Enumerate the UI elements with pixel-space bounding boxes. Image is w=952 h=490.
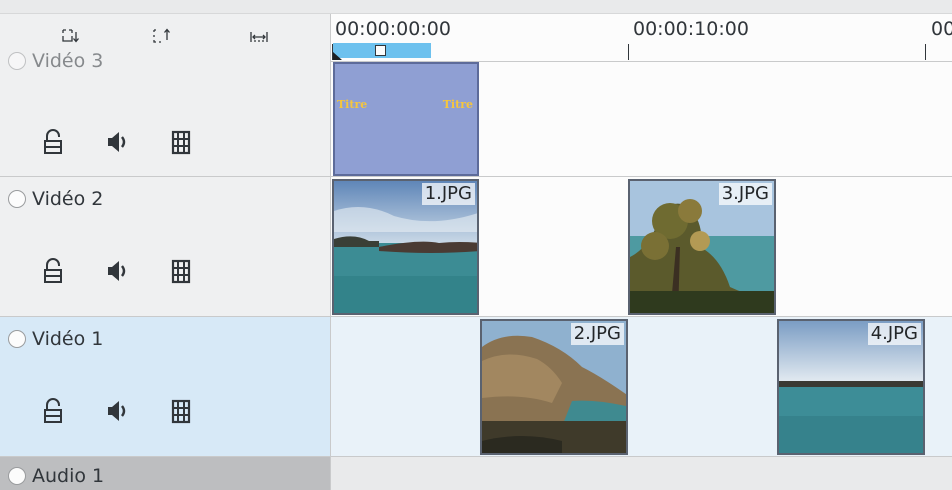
track-controls [36,393,198,429]
track-controls [36,253,198,289]
film-icon [171,130,191,155]
track-name-row: Vidéo 1 [8,326,103,352]
ruler-label: 00:00:10:00 [633,18,749,40]
track-headers-panel: Vidéo 3 Vidéo 2 Vidéo 1 Audio 1 [0,14,330,490]
ruler-tick [628,44,629,60]
track-header-audio1[interactable]: Audio 1 [0,456,330,490]
track-lane-video2[interactable]: 1.JPG 3.JPG [330,176,952,316]
zone-handle[interactable] [375,45,386,56]
image-clip[interactable]: 4.JPG [777,319,925,455]
image-clip[interactable]: 3.JPG [628,179,776,315]
fit-width-icon [250,32,268,42]
mute-icon [108,261,126,281]
clip-label: 2.JPG [570,323,624,345]
film-icon [171,259,191,284]
track-name-row: Vidéo 2 [8,186,103,212]
fit-zoom-button[interactable] [244,24,274,54]
title-clip-text: Titre [442,98,473,111]
clip-label: 4.JPG [867,323,921,345]
track-name-label: Vidéo 2 [32,188,104,210]
mute-button[interactable] [100,125,134,159]
title-clip-text: Titre [337,98,368,111]
lock-button[interactable] [36,394,70,428]
lock-icon [44,129,62,154]
ruler-label: 00:00:20:00 [931,18,952,40]
track-name-label: Vidéo 1 [32,328,104,350]
lock-button[interactable] [36,125,70,159]
title-clip[interactable]: Titre Titre [333,62,479,176]
track-active-radio[interactable] [8,330,26,348]
lock-button[interactable] [36,254,70,288]
hide-video-button[interactable] [164,125,198,159]
timeline-ruler[interactable]: 00:00:00:00 00:00:10:00 00:00:20:00 [330,14,952,62]
film-icon [171,399,191,424]
track-lane-video1[interactable]: 2.JPG 4.JPG [330,316,952,456]
lock-icon [44,398,62,423]
track-active-radio[interactable] [8,467,26,485]
mute-icon [108,132,126,152]
mute-button[interactable] [100,394,134,428]
track-name-label: Audio 1 [32,465,105,487]
track-lane-audio1[interactable] [330,456,952,490]
track-header-video2[interactable]: Vidéo 2 [0,176,330,316]
clip-label: 1.JPG [421,183,475,205]
mute-button[interactable] [100,254,134,288]
ruler-label: 00:00:00:00 [335,18,451,40]
track-active-radio[interactable] [8,52,26,70]
track-controls [36,124,198,160]
hide-video-button[interactable] [164,254,198,288]
track-name-row: Vidéo 3 [8,48,103,74]
mute-icon [108,401,126,421]
track-header-video1[interactable]: Vidéo 1 [0,316,330,456]
image-clip[interactable]: 1.JPG [332,179,479,315]
track-name-row: Audio 1 [8,463,104,489]
expand-icon [153,28,170,43]
top-strip [0,0,952,14]
track-name-label: Vidéo 3 [32,50,104,72]
playhead-marker[interactable] [333,52,342,60]
expand-tracks-button[interactable] [148,24,178,54]
track-active-radio[interactable] [8,190,26,208]
image-clip[interactable]: 2.JPG [480,319,628,455]
track-header-video3[interactable]: Vidéo 3 [0,50,330,176]
clip-label: 3.JPG [718,183,772,205]
track-lane-video3[interactable]: Titre Titre [330,62,952,176]
lock-icon [44,258,62,283]
hide-video-button[interactable] [164,394,198,428]
timeline-area[interactable]: 00:00:00:00 00:00:10:00 00:00:20:00 Titr… [330,14,952,490]
ruler-tick [925,44,926,60]
